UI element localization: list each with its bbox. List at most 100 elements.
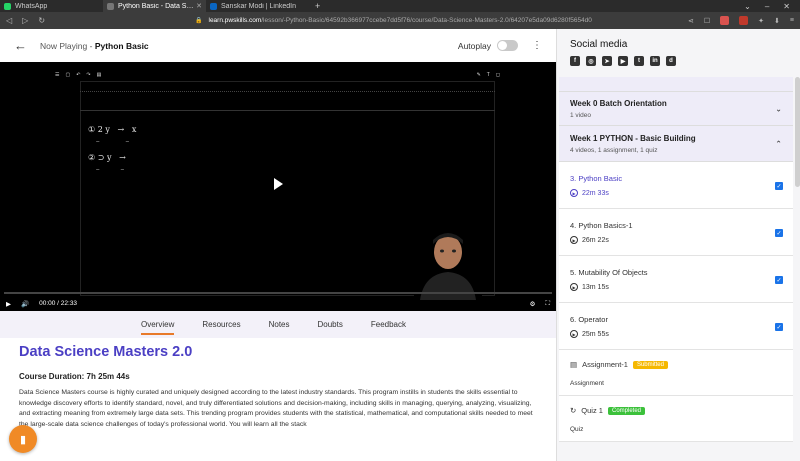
assignment-title: Assignment-1 <box>582 360 628 369</box>
bookmark-icon[interactable]: ☐ <box>704 17 710 25</box>
autoplay-control: Autoplay <box>458 40 518 51</box>
discord-icon[interactable]: d <box>666 56 676 66</box>
play-button[interactable] <box>262 173 293 195</box>
tab-overview[interactable]: Overview <box>141 317 175 335</box>
autoplay-label: Autoplay <box>457 40 491 51</box>
completed-checkbox[interactable]: ✓ <box>775 323 783 331</box>
settings-gear-icon[interactable]: ⚙ <box>530 300 536 308</box>
section-week-0[interactable]: Week 0 Batch Orientation 1 video ⌄ <box>559 92 793 126</box>
extensions-puzzle-icon[interactable]: ✦ <box>758 17 764 25</box>
lesson-duration-text: 22m 33s <box>582 189 609 197</box>
facebook-icon[interactable]: f <box>570 56 580 66</box>
completed-checkbox[interactable]: ✓ <box>775 276 783 284</box>
browser-toolbar-right: ⋖ ☐ ✦ ⬇ ≡ <box>688 16 794 25</box>
pen-icon: ✎ <box>476 72 481 78</box>
menu-icon[interactable]: ≡ <box>790 17 794 24</box>
url-field[interactable]: 🔒 learn.pwskills.com /lesson/-Python-Bas… <box>195 17 592 24</box>
browser-tab-whatsapp[interactable]: WhatsApp <box>0 0 103 12</box>
linkedin-icon[interactable]: in <box>650 56 660 66</box>
text-tool-icon: T <box>486 72 490 78</box>
minimize-icon[interactable]: – <box>765 2 769 11</box>
play-circle-icon: ▶ <box>570 236 578 244</box>
course-description: Data Science Masters course is highly cu… <box>19 389 533 428</box>
whatsapp-icon <box>4 2 11 10</box>
sidebar-scrollbar[interactable] <box>795 77 800 187</box>
tab-title: Sanskar Modi | LinkedIn <box>221 2 296 10</box>
browser-tab-bar: WhatsApp Python Basic - Data Scienc ✕ Sa… <box>0 0 800 12</box>
lesson-item[interactable]: 5. Mutability Of Objects ▶ 13m 15s ✓ <box>559 256 793 303</box>
reload-icon[interactable]: ↻ <box>38 16 45 25</box>
lesson-tabs: Overview Resources Notes Doubts Feedback <box>0 311 556 338</box>
toolbar-icon: ↶ <box>76 72 81 78</box>
lesson-title: 6. Operator <box>570 315 608 324</box>
completed-checkbox[interactable]: ✓ <box>775 229 783 237</box>
completed-checkbox[interactable]: ✓ <box>775 182 783 190</box>
telegram-icon[interactable]: ➤ <box>602 56 612 66</box>
assignment-type: Assignment <box>570 380 604 387</box>
new-tab-button[interactable]: + <box>315 1 320 11</box>
toolbar-icon: ▤ <box>96 72 102 78</box>
close-window-icon[interactable]: ✕ <box>783 2 790 11</box>
downloads-icon[interactable]: ⬇ <box>774 17 780 25</box>
status-badge: Completed <box>607 406 645 415</box>
player-header: ← Now Playing - Python Basic Autoplay ⋮ <box>0 29 556 62</box>
social-icons: f ◎ ➤ ▶ t in d <box>570 56 676 66</box>
chevron-down-icon[interactable]: ⌄ <box>744 2 751 11</box>
lesson-duration: ▶ 22m 33s <box>570 189 782 197</box>
video-player[interactable]: ☰ ▢ ↶ ↷ ▤ ✎ T ◻ ① 2 y → x ⁻ ⁻ ② ⊃ y → ⁻ … <box>0 62 556 311</box>
quiz-item[interactable]: ↻ Quiz 1 Completed Quiz <box>559 396 793 442</box>
quiz-type: Quiz <box>570 426 584 433</box>
video-controls: ▶ 🔊 00:00 / 22:33 ⚙ ⛶ <box>0 296 556 311</box>
course-duration: Course Duration: 7h 25m 44s <box>19 372 130 381</box>
extension-icon[interactable] <box>739 16 749 25</box>
lesson-duration: ▶ 25m 55s <box>570 330 782 338</box>
autoplay-toggle[interactable] <box>497 40 518 51</box>
share-icon[interactable]: ⋖ <box>688 17 694 25</box>
address-bar: ◁ ▷ ↻ 🔒 learn.pwskills.com /lesson/-Pyth… <box>0 12 800 29</box>
linkedin-icon <box>210 2 217 10</box>
close-tab-icon[interactable]: ✕ <box>196 2 202 10</box>
volume-icon[interactable]: 🔊 <box>21 300 29 308</box>
play-circle-icon: ▶ <box>570 189 578 197</box>
lesson-duration: ▶ 26m 22s <box>570 236 782 244</box>
chevron-down-icon[interactable]: ⌄ <box>775 104 782 113</box>
chevron-up-icon[interactable]: ⌃ <box>775 139 782 148</box>
browser-tab-linkedin[interactable]: Sanskar Modi | LinkedIn <box>206 0 309 12</box>
forward-nav-icon[interactable]: ▷ <box>22 16 28 25</box>
youtube-icon[interactable]: ▶ <box>618 56 628 66</box>
social-media-title: Social media <box>570 39 628 50</box>
play-circle-icon: ▶ <box>570 330 578 338</box>
tab-resources[interactable]: Resources <box>202 317 240 332</box>
section-week-1[interactable]: Week 1 PYTHON - Basic Building 4 videos,… <box>559 126 793 162</box>
toolbar-icon: ↷ <box>86 72 91 78</box>
extension-icon[interactable] <box>720 16 730 25</box>
tab-notes[interactable]: Notes <box>269 317 290 332</box>
instagram-icon[interactable]: ◎ <box>586 56 596 66</box>
status-badge: Submitted <box>632 360 668 369</box>
lesson-title: 5. Mutability Of Objects <box>570 268 648 277</box>
chat-support-button[interactable]: ▮ <box>9 425 37 453</box>
tab-doubts[interactable]: Doubts <box>318 317 343 332</box>
whiteboard-scribble: ① 2 y → x ⁻ ⁻ ② ⊃ y → ⁻ ⁻ <box>88 125 137 176</box>
lesson-duration: ▶ 13m 15s <box>570 283 782 291</box>
pwskills-icon <box>107 2 114 10</box>
lesson-list: Week 0 Batch Orientation 1 video ⌄ Week … <box>559 77 793 461</box>
lesson-item[interactable]: 3. Python Basic ▶ 22m 33s ✓ <box>559 162 793 209</box>
lesson-duration-text: 26m 22s <box>582 236 609 244</box>
assignment-item[interactable]: ▤ Assignment-1 Submitted Assignment <box>559 350 793 396</box>
play-icon[interactable]: ▶ <box>6 300 11 308</box>
more-options-icon[interactable]: ⋮ <box>532 40 542 51</box>
lesson-item[interactable]: 6. Operator ▶ 25m 55s ✓ <box>559 303 793 350</box>
twitter-icon[interactable]: t <box>634 56 644 66</box>
tab-feedback[interactable]: Feedback <box>371 317 406 332</box>
video-progress-bar[interactable] <box>4 292 552 294</box>
quiz-title: Quiz 1 <box>581 406 603 415</box>
browser-tab-python-basic[interactable]: Python Basic - Data Scienc ✕ <box>103 0 206 12</box>
course-sidebar: Social media f ◎ ➤ ▶ t in d Week 0 Batch… <box>556 29 800 461</box>
back-arrow-icon[interactable]: ← <box>14 38 27 53</box>
lesson-title: 3. Python Basic <box>570 174 623 183</box>
fullscreen-icon[interactable]: ⛶ <box>545 300 550 308</box>
divider <box>80 91 495 92</box>
back-nav-icon[interactable]: ◁ <box>6 16 12 25</box>
lesson-item[interactable]: 4. Python Basics-1 ▶ 26m 22s ✓ <box>559 209 793 256</box>
